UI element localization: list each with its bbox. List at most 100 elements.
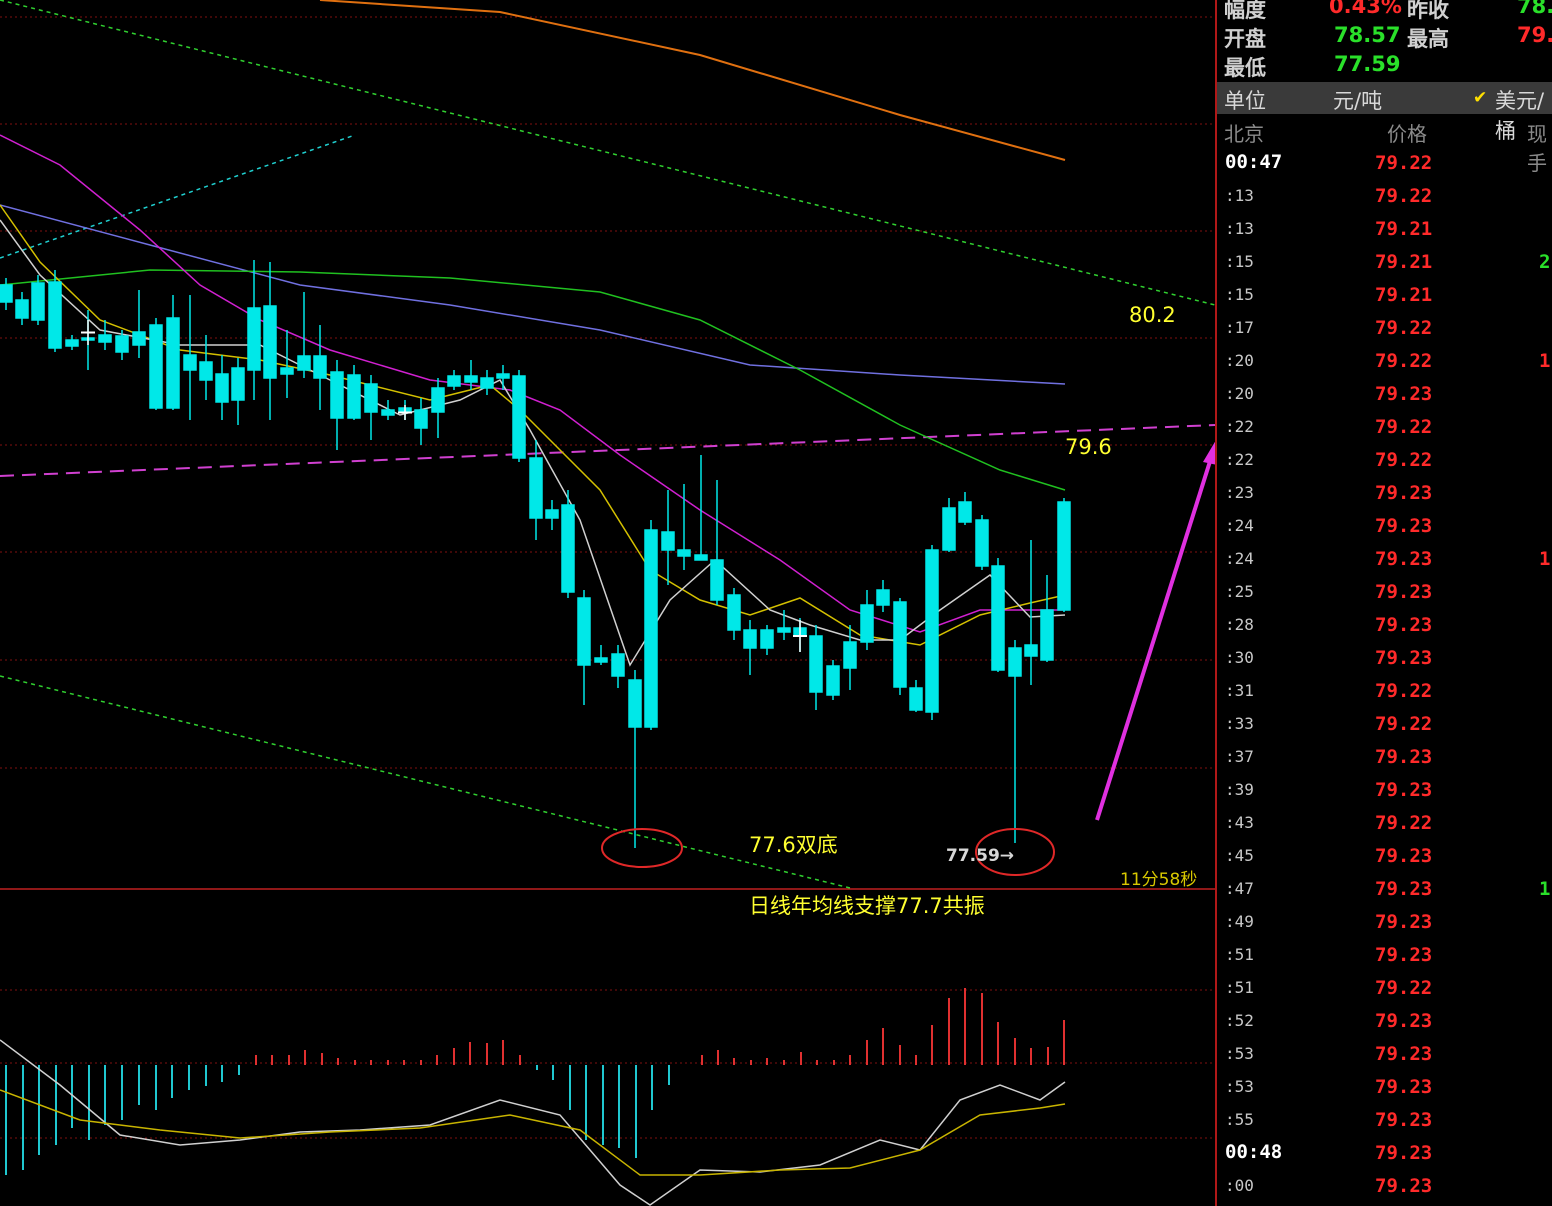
chart-canvas[interactable]: [0, 0, 1215, 1206]
tick-time: :24: [1225, 549, 1254, 568]
arrow-right-icon: →: [999, 846, 1015, 866]
candle-down: [431, 378, 445, 438]
trend-arrow-shaft: [1095, 454, 1214, 821]
candle-body: [115, 335, 129, 353]
tick-price: 79.22: [1375, 812, 1433, 834]
macd-indicator: [0, 988, 1066, 1206]
double-bottom-circle-left: [601, 828, 683, 868]
candle-down: [529, 440, 543, 540]
high-label: 最高: [1407, 27, 1449, 51]
tick-price: 79.23: [1375, 482, 1433, 504]
candle-body: [31, 282, 45, 321]
candle-down: [280, 330, 294, 398]
tick-price: 79.23: [1375, 383, 1433, 405]
candle-body: [247, 307, 261, 371]
tick-time: :45: [1225, 846, 1254, 865]
tick-time: :28: [1225, 615, 1254, 634]
trend-channels: [0, 0, 1215, 889]
tick-list[interactable]: 00:47 79.22:13 79.22:13 79.21:15 79.21 2:15 79…: [1217, 147, 1552, 1203]
tick-row: :52 79.23: [1217, 1005, 1552, 1038]
quote-row-range: 幅度 0.43% 昨收 78.9: [1217, 0, 1552, 24]
chart-grid: [0, 16, 1215, 1139]
candle-body: [777, 627, 791, 633]
candle-body: [925, 549, 939, 713]
tick-time: :47: [1225, 879, 1254, 898]
candle-down: [991, 558, 1005, 672]
open-value: 78.57: [1334, 23, 1401, 47]
kline-chart[interactable]: 80.2 79.6 77.6双底 77.59→ 日线年均线支撑77.7共振 11…: [0, 0, 1215, 1206]
candle-down: [545, 500, 559, 530]
tick-header-price: 价格: [1387, 122, 1427, 146]
tick-time: 00:48: [1225, 1141, 1283, 1163]
quote-row-open: 开盘 78.57 最高 79.2: [1217, 23, 1552, 53]
candle-down: [1024, 540, 1038, 685]
tick-price: 79.23: [1375, 1010, 1433, 1032]
tick-row: :47 79.23 11: [1217, 873, 1552, 906]
range-value: 0.43%: [1329, 0, 1402, 18]
prev-close-label: 昨收: [1407, 0, 1449, 22]
tick-price: 79.23: [1375, 647, 1433, 669]
tick-price: 79.23: [1375, 614, 1433, 636]
candle-body: [431, 387, 445, 413]
candle-down: [727, 588, 741, 640]
candle-down: [480, 370, 494, 395]
candle-body: [529, 457, 543, 519]
tick-time: :52: [1225, 1011, 1254, 1030]
countdown-timer: 11分58秒: [1120, 870, 1198, 890]
high-value: 79.2: [1517, 23, 1552, 47]
candle-body: [743, 629, 757, 649]
tick-price: 79.23: [1375, 548, 1433, 570]
tick-row: :15 79.21: [1217, 279, 1552, 312]
candle-down: [496, 365, 510, 390]
tick-header-time: 北京: [1224, 122, 1264, 146]
tick-row: :25 79.23: [1217, 576, 1552, 609]
candle-down: [149, 318, 163, 410]
candle-body: [0, 284, 13, 303]
tick-row: :22 79.22: [1217, 444, 1552, 477]
candle-body: [313, 355, 327, 379]
tick-row: :17 79.22: [1217, 312, 1552, 345]
tick-price: 79.22: [1375, 317, 1433, 339]
cyan-trend-line: [0, 134, 356, 259]
tick-row: :24 79.23 1: [1217, 543, 1552, 576]
candle-down: [594, 645, 608, 665]
candle-body: [710, 559, 724, 601]
macd-dif-line: [0, 1039, 1066, 1206]
candle-down: [231, 358, 245, 425]
unit-value: 元/吨: [1333, 89, 1383, 113]
tick-header: 北京 价格 现手: [1217, 116, 1552, 175]
tick-row: :37 79.23: [1217, 741, 1552, 774]
candle-body: [876, 589, 890, 606]
checkmark-icon[interactable]: ✔: [1473, 88, 1487, 108]
candle-down: [893, 598, 907, 695]
unit-bar: 单位 元/吨 ✔ 美元/桶: [1217, 82, 1552, 143]
candle-body: [330, 371, 344, 419]
candle-down: [611, 645, 625, 688]
double-bottom-label: 77.6双底: [749, 833, 838, 857]
tick-row: :30 79.23: [1217, 642, 1552, 675]
tick-price: 79.22: [1375, 416, 1433, 438]
candle-body: [263, 305, 277, 379]
support-note-label: 日线年均线支撑77.7共振: [749, 894, 985, 918]
low-label: 最低: [1224, 56, 1266, 80]
tick-volume: 1: [1539, 548, 1551, 570]
candle-body: [843, 641, 857, 669]
tick-price: 79.22: [1375, 713, 1433, 735]
tick-time: :53: [1225, 1077, 1254, 1096]
low-value: 77.59: [1334, 52, 1401, 76]
lower-channel-line: [0, 675, 851, 889]
candle-body: [364, 383, 378, 413]
candle-body: [975, 519, 989, 567]
tick-price: 79.23: [1375, 1076, 1433, 1098]
candle-body: [909, 687, 923, 711]
candle-body: [991, 565, 1005, 671]
tick-time: :22: [1225, 450, 1254, 469]
candle-down: [364, 375, 378, 440]
tick-price: 79.23: [1375, 845, 1433, 867]
candle-down: [942, 498, 956, 552]
tick-price: 79.21: [1375, 218, 1433, 240]
candle-body: [1040, 609, 1054, 661]
tick-row: :33 79.22: [1217, 708, 1552, 741]
candle-down: [876, 580, 890, 612]
level-80-2-label: 80.2: [1129, 303, 1176, 327]
